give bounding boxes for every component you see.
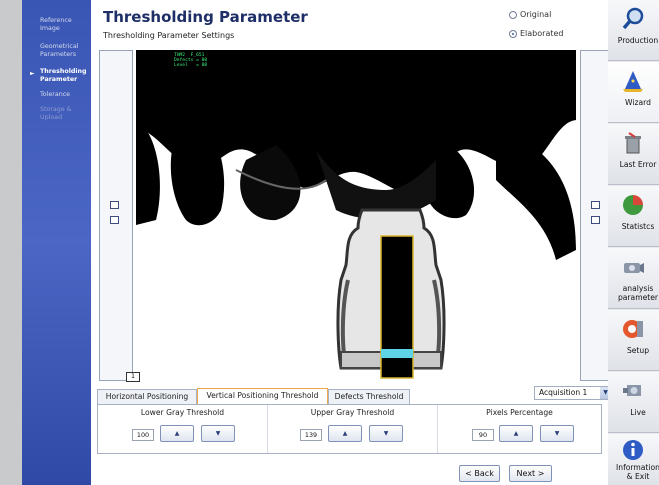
lower-gray-threshold-title: Lower Gray Threshold bbox=[140, 408, 225, 417]
right-checkbox-2[interactable] bbox=[591, 216, 600, 224]
last-error-label: Last Error bbox=[619, 160, 657, 169]
current-step-arrow-icon: ► bbox=[30, 70, 35, 77]
information-exit-button[interactable]: Information & Exit bbox=[608, 434, 659, 485]
acquisition-select-value: Acquisition 1 bbox=[539, 388, 588, 397]
right-checkbox-1[interactable] bbox=[591, 201, 600, 209]
overlay-readout: THM2 F_651 Defects = 00 Level = 00 bbox=[174, 53, 208, 68]
back-button[interactable]: < Back bbox=[459, 465, 500, 482]
magnifier-icon bbox=[622, 7, 644, 30]
pixels-percentage-decrease-button[interactable]: ▼ bbox=[540, 425, 574, 442]
radio-original-circle[interactable] bbox=[509, 10, 517, 19]
arrow-down-icon: ▼ bbox=[554, 430, 560, 437]
pixels-percentage-group: Pixels Percentage 90 ▲ ▼ bbox=[438, 405, 601, 453]
setup-label: Setup bbox=[626, 346, 650, 355]
sidebar-item-tolerance[interactable]: Tolerance bbox=[40, 91, 90, 99]
sidebar-item-storage-upload: Storage & Upload bbox=[40, 106, 72, 121]
pixels-percentage-value[interactable]: 90 bbox=[472, 429, 494, 441]
information-exit-label: Information & Exit bbox=[616, 463, 659, 481]
upper-gray-threshold-title: Upper Gray Threshold bbox=[310, 408, 395, 417]
radio-original[interactable]: Original bbox=[509, 10, 551, 19]
info-icon bbox=[623, 440, 643, 460]
lower-gray-decrease-button[interactable]: ▼ bbox=[201, 425, 235, 442]
wizard-sidebar: Reference Image Geometrical Parameters ►… bbox=[22, 0, 91, 485]
radio-original-label: Original bbox=[520, 10, 552, 19]
lower-gray-threshold-group: Lower Gray Threshold 100 ▲ ▼ bbox=[98, 405, 268, 453]
camera-icon bbox=[624, 263, 644, 273]
pie-chart-icon bbox=[623, 195, 643, 215]
tab-vertical-positioning-threshold[interactable]: Vertical Positioning Threshold bbox=[197, 388, 328, 404]
frame-number-label: 1 bbox=[126, 372, 140, 382]
setup-button[interactable]: Setup bbox=[608, 310, 659, 371]
lower-gray-increase-button[interactable]: ▲ bbox=[160, 425, 194, 442]
next-button[interactable]: Next > bbox=[509, 465, 552, 482]
live-camera-icon bbox=[623, 385, 641, 396]
radio-elaborated-label: Elaborated bbox=[520, 29, 564, 38]
wizard-hat-icon bbox=[623, 71, 643, 92]
production-button[interactable]: Production bbox=[608, 0, 659, 61]
production-label: Production bbox=[617, 36, 659, 45]
tab-defects-threshold[interactable]: Defects Threshold bbox=[328, 389, 410, 404]
last-error-button[interactable]: Last Error bbox=[608, 124, 659, 185]
analysis-parameter-label: analysis parameter bbox=[617, 284, 659, 302]
upper-gray-threshold-group: Upper Gray Threshold 139 ▲ ▼ bbox=[268, 405, 438, 453]
statistics-button[interactable]: Statistcs bbox=[608, 186, 659, 247]
camera-image bbox=[136, 50, 576, 380]
main-panel: Thresholding Parameter Thresholding Para… bbox=[91, 0, 614, 485]
pixels-percentage-title: Pixels Percentage bbox=[486, 408, 553, 417]
analysis-parameter-button[interactable]: analysis parameter bbox=[608, 248, 659, 309]
wizard-button[interactable]: Wizard bbox=[608, 62, 659, 123]
left-side-panel bbox=[99, 50, 133, 381]
live-button[interactable]: Live bbox=[608, 372, 659, 433]
upper-gray-increase-button[interactable]: ▲ bbox=[328, 425, 362, 442]
acquisition-select[interactable]: Acquisition 1 ▼ bbox=[534, 386, 612, 400]
page-title: Thresholding Parameter bbox=[103, 8, 308, 26]
sidebar-item-geometrical-parameters[interactable]: Geometrical Parameters bbox=[40, 43, 90, 58]
upper-gray-decrease-button[interactable]: ▼ bbox=[369, 425, 403, 442]
lower-gray-threshold-value[interactable]: 100 bbox=[132, 429, 154, 441]
arrow-up-icon: ▲ bbox=[342, 430, 348, 437]
radio-elaborated-circle[interactable] bbox=[509, 29, 517, 38]
left-checkbox-1[interactable] bbox=[110, 201, 119, 209]
sidebar-item-thresholding-parameter[interactable]: Thresholding Parameter bbox=[40, 68, 90, 83]
page-subtitle: Thresholding Parameter Settings bbox=[103, 31, 235, 40]
arrow-down-icon: ▼ bbox=[383, 430, 389, 437]
left-checkbox-2[interactable] bbox=[110, 216, 119, 224]
tab-horizontal-positioning[interactable]: Horizontal Positioning bbox=[97, 389, 197, 404]
statistics-label: Statistcs bbox=[621, 222, 655, 231]
arrow-up-icon: ▲ bbox=[513, 430, 519, 437]
upper-gray-threshold-value[interactable]: 139 bbox=[300, 429, 322, 441]
trash-icon bbox=[625, 132, 641, 154]
arrow-down-icon: ▼ bbox=[215, 430, 221, 437]
setup-icon bbox=[623, 320, 643, 338]
radio-elaborated[interactable]: Elaborated bbox=[509, 29, 563, 38]
wizard-label: Wizard bbox=[625, 98, 651, 107]
arrow-up-icon: ▲ bbox=[174, 430, 180, 437]
camera-image-viewer[interactable]: THM2 F_651 Defects = 00 Level = 00 bbox=[136, 50, 576, 380]
sidebar-item-reference-image[interactable]: Reference Image bbox=[40, 17, 90, 32]
live-label: Live bbox=[630, 408, 646, 417]
pixels-percentage-increase-button[interactable]: ▲ bbox=[499, 425, 533, 442]
right-toolbar: Production Wizard Last Error Statistcs a… bbox=[608, 0, 659, 485]
threshold-settings-panel: Lower Gray Threshold 100 ▲ ▼ Upper Gray … bbox=[97, 404, 602, 454]
